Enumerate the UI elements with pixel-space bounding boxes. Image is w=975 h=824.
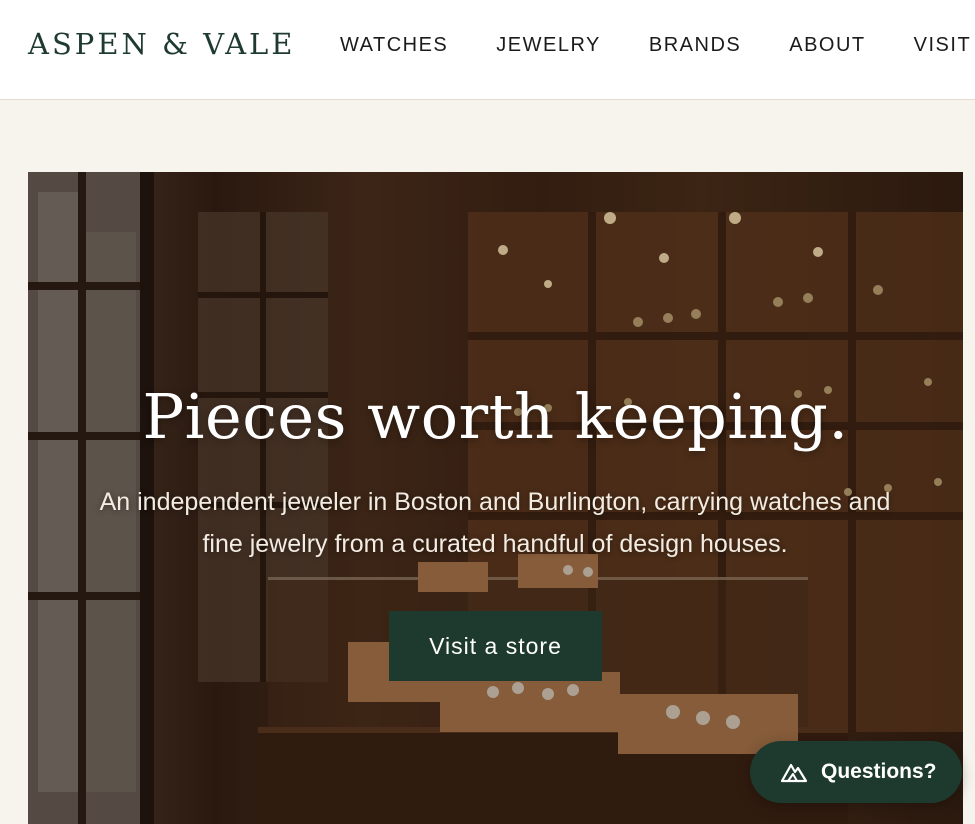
hero-banner: Pieces worth keeping. An independent jew… (28, 172, 963, 824)
hero-title: Pieces worth keeping. (142, 380, 849, 453)
mountain-chat-icon (780, 760, 808, 784)
hero-content: Pieces worth keeping. An independent jew… (28, 172, 963, 824)
questions-chat-button[interactable]: Questions? (750, 741, 962, 803)
nav-visit[interactable]: VISIT (914, 34, 972, 57)
main-nav: WATCHES JEWELRY BRANDS ABOUT VISIT (340, 34, 975, 57)
nav-about[interactable]: ABOUT (789, 34, 865, 57)
site-header: ASPEN & VALE WATCHES JEWELRY BRANDS ABOU… (0, 0, 975, 100)
brand-logo[interactable]: ASPEN & VALE (28, 27, 295, 61)
nav-watches[interactable]: WATCHES (340, 34, 448, 57)
visit-store-button[interactable]: Visit a store (389, 611, 602, 681)
nav-brands[interactable]: BRANDS (649, 34, 741, 57)
nav-jewelry[interactable]: JEWELRY (496, 34, 601, 57)
hero-subtitle: An independent jeweler in Boston and Bur… (99, 488, 891, 558)
questions-label: Questions? (821, 760, 937, 783)
